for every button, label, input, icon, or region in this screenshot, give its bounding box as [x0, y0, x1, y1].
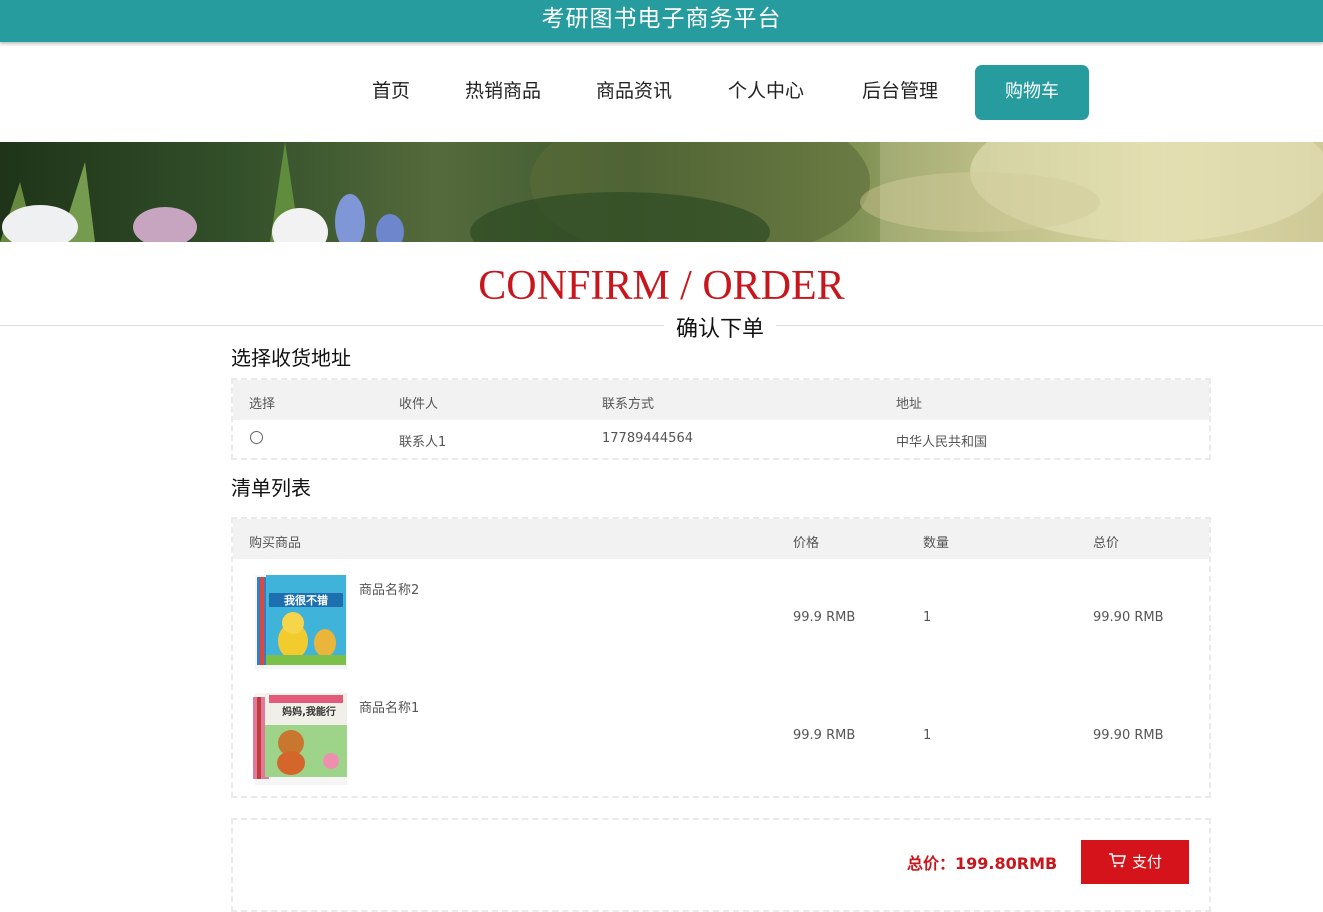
site-title: 考研图书电子商务平台	[541, 6, 782, 32]
recipient-address: 中华人民共和国	[896, 435, 988, 450]
column-header: 地址	[896, 397, 923, 412]
page-title-en: CONFIRM / ORDER	[478, 263, 845, 309]
product-price: 99.9 RMB	[793, 728, 856, 743]
nav-item-hot-products[interactable]: 热销商品	[465, 65, 541, 120]
items-section-title: 清单列表	[231, 476, 311, 500]
items-table-header: 购买商品 价格 数量 总价	[233, 519, 1209, 559]
nav-item-admin[interactable]: 后台管理	[862, 65, 938, 120]
banner-image	[0, 142, 1323, 242]
product-name[interactable]: 商品名称1	[359, 697, 419, 716]
recipient-phone: 17789444564	[602, 431, 693, 446]
product-quantity: 1	[923, 728, 932, 743]
banner-illustration	[0, 142, 1323, 242]
page-title-cn: 确认下单	[664, 311, 776, 343]
product-price: 99.9 RMB	[793, 610, 856, 625]
order-total: 总价：199.80RMB	[907, 854, 1058, 873]
column-header: 价格	[793, 536, 820, 551]
product-quantity: 1	[923, 610, 932, 625]
svg-text:妈妈,我能行: 妈妈,我能行	[282, 705, 336, 718]
product-total: 99.90 RMB	[1093, 610, 1164, 625]
main-nav: 首页 热销商品 商品资讯 个人中心 后台管理 购物车	[0, 65, 1323, 120]
nav-item-user-center[interactable]: 个人中心	[728, 65, 804, 120]
product-image[interactable]: 我很不错	[251, 571, 351, 671]
cart-icon	[1108, 841, 1126, 885]
product-image[interactable]: 妈妈,我能行	[251, 691, 351, 791]
book-cover-illustration: 妈妈,我能行	[253, 693, 347, 785]
column-header: 收件人	[399, 397, 439, 412]
column-header: 数量	[923, 536, 950, 551]
product-name[interactable]: 商品名称2	[359, 579, 419, 598]
address-radio[interactable]	[250, 431, 263, 444]
column-header: 选择	[249, 397, 276, 412]
column-header: 购买商品	[249, 536, 302, 551]
checkout-bar: 总价：199.80RMB 支付	[231, 818, 1211, 912]
column-header: 总价	[1093, 536, 1120, 551]
svg-text:我很不错: 我很不错	[284, 593, 328, 607]
column-header: 联系方式	[602, 397, 655, 412]
nav-item-cart[interactable]: 购物车	[975, 65, 1089, 120]
book-cover-illustration: 我很不错	[255, 575, 347, 669]
pay-button-label: 支付	[1131, 853, 1162, 871]
pay-button[interactable]: 支付	[1081, 840, 1189, 884]
address-table: 选择 收件人 联系方式 地址 联系人1 17789444564 中华人民共和国	[231, 378, 1211, 460]
items-table: 购买商品 价格 数量 总价 我很不错 商品名称2 99.9 RMB 1 99.9…	[231, 517, 1211, 798]
heading-divider	[0, 325, 1323, 326]
site-header: 考研图书电子商务平台	[0, 0, 1323, 42]
nav-item-news[interactable]: 商品资讯	[596, 65, 672, 120]
address-section-title: 选择收货地址	[231, 346, 351, 370]
address-table-header: 选择 收件人 联系方式 地址	[233, 380, 1209, 420]
recipient-name: 联系人1	[399, 435, 447, 450]
product-total: 99.90 RMB	[1093, 728, 1164, 743]
nav-item-home[interactable]: 首页	[372, 65, 410, 120]
